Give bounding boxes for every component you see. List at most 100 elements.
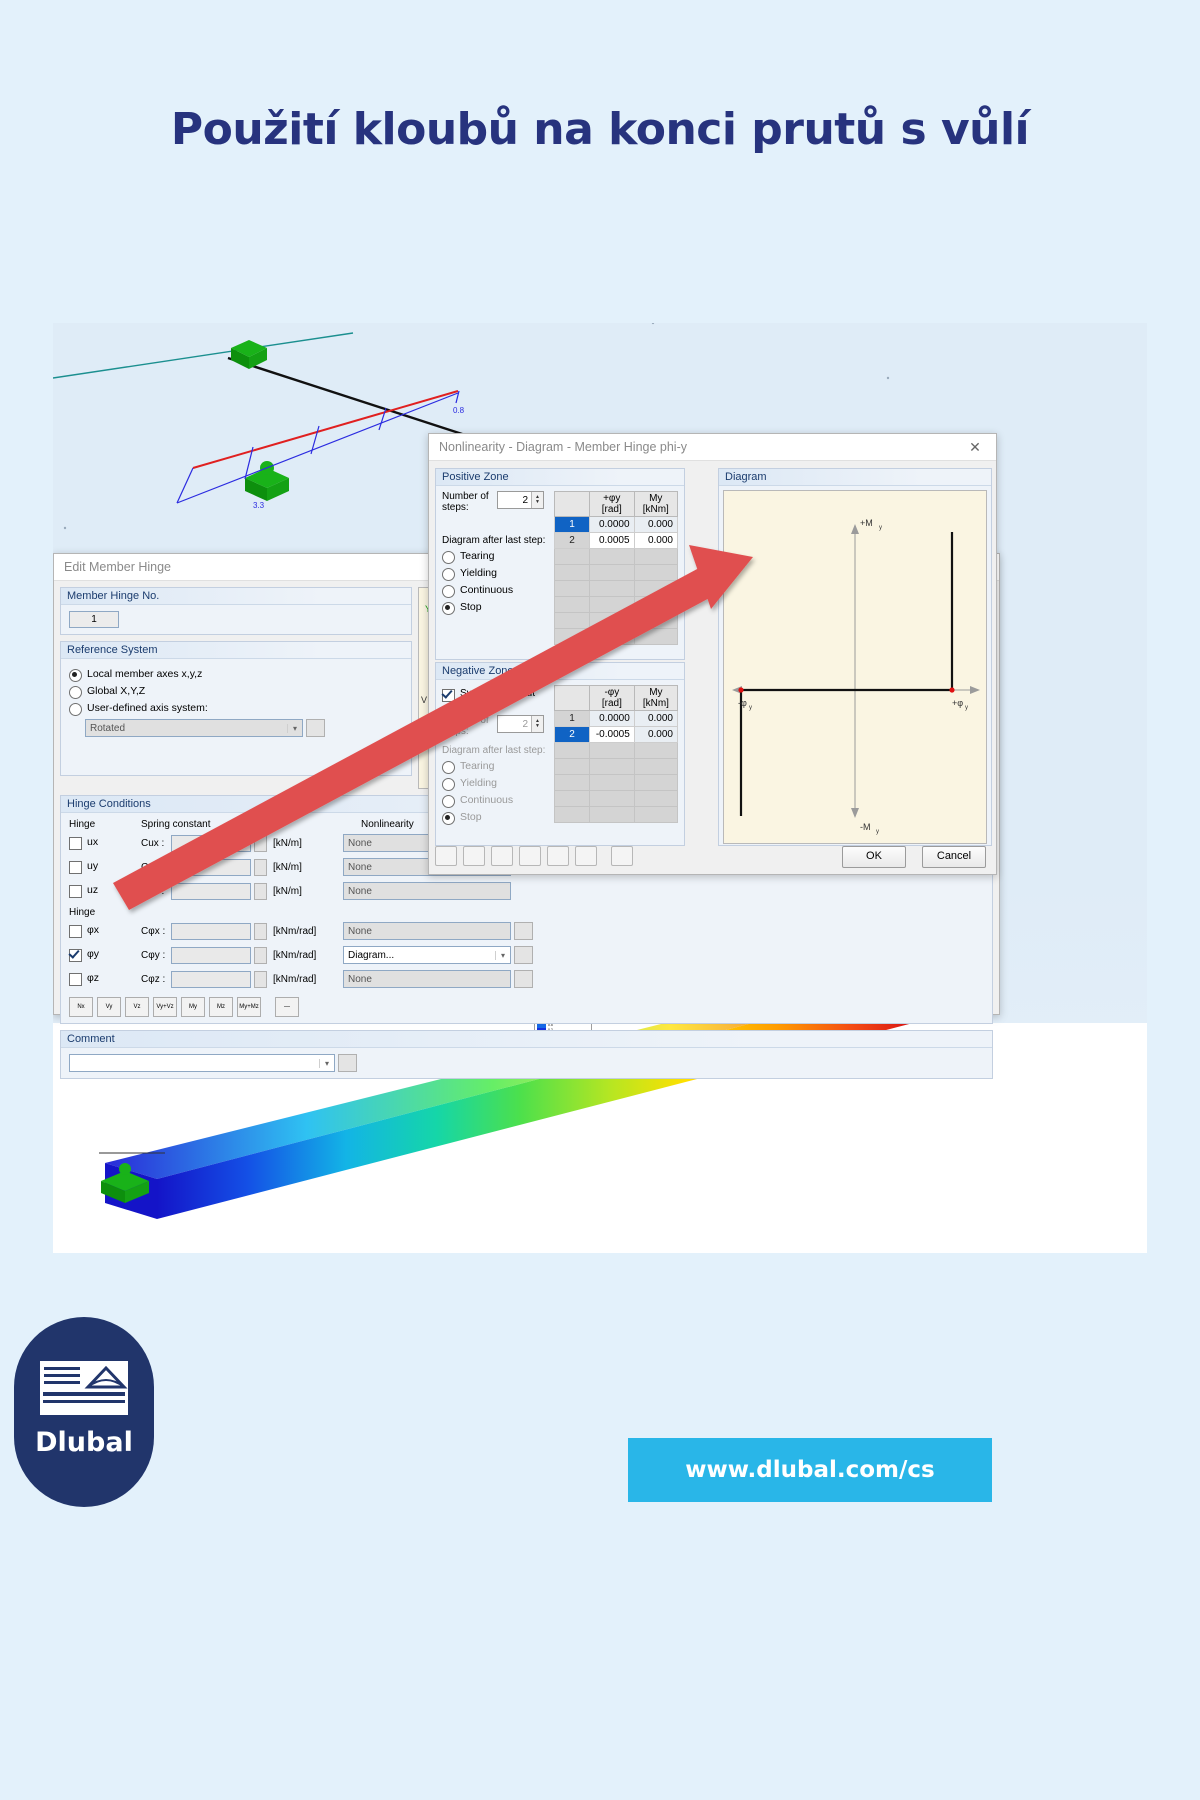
dof-button-vy[interactable]: Vy (97, 997, 121, 1017)
cell-phi[interactable]: 0.0005 (589, 532, 635, 549)
cell-m[interactable]: 0.000 (633, 710, 679, 727)
table-row: 2 0.0005 0.000 (554, 532, 679, 549)
pos-radio-yielding[interactable]: Yielding (442, 567, 548, 581)
dof-button-vyvz[interactable]: Vy+Vz (153, 997, 177, 1017)
dof-button-nx[interactable]: Nx (69, 997, 93, 1017)
checkbox-phiz[interactable]: φz (69, 972, 141, 986)
cancel-button[interactable]: Cancel (922, 846, 986, 868)
checkbox-symmetric-about-origin[interactable]: Symmetric about the origin (442, 688, 548, 710)
spinner-uz[interactable] (254, 882, 267, 900)
axis-system-combo[interactable]: Rotated ▾ (85, 719, 303, 737)
nonlinearity-combo-phiy[interactable]: Diagram... ▾ (343, 946, 511, 964)
svg-text:y: y (749, 705, 752, 711)
th-m: My [kNm] (633, 491, 679, 517)
cell-m[interactable]: 0.000 (633, 516, 679, 533)
dof-preset-buttons[interactable]: Nx Vy Vz Vy+Vz My Mz My+Mz — (69, 997, 984, 1017)
reference-system-group: Reference System Local member axes x,y,z… (60, 641, 412, 776)
diagram-caption: Diagram (719, 469, 991, 486)
dof-button-my[interactable]: My (181, 997, 205, 1017)
neg-steps-spinner[interactable]: 2 ▲ ▼ (497, 715, 544, 733)
svg-text:y: y (876, 829, 879, 835)
pos-steps-spinner[interactable]: 2 ▲ ▼ (497, 491, 544, 509)
save-icon[interactable] (519, 846, 542, 866)
dof-button-vz[interactable]: Vz (125, 997, 149, 1017)
spinner-arrows-icon[interactable]: ▲ ▼ (531, 492, 543, 508)
units-icon[interactable] (435, 846, 457, 866)
radio-global-axes[interactable]: Global X,Y,Z (69, 685, 403, 699)
diagram-plot[interactable]: +M y -M y -φ y +φ y (723, 490, 987, 844)
radio-indicator (442, 778, 455, 791)
pos-radio-continuous[interactable]: Continuous (442, 584, 548, 598)
nonlinearity-value-phiy: Diagram... (348, 949, 395, 961)
cell-phi[interactable]: -0.0005 (589, 726, 635, 743)
spring-const-input-phiz[interactable] (171, 970, 251, 988)
hinge-row-phix[interactable]: φx Cφx : [kNm/rad] None (69, 921, 984, 941)
spring-const-input-uz[interactable] (171, 882, 251, 900)
cell-index: 2 (554, 532, 590, 549)
spinner-arrows-icon[interactable]: ▲ ▼ (531, 716, 543, 732)
comment-edit-button[interactable] (338, 1054, 357, 1072)
neg-radio-yielding[interactable]: Yielding (442, 777, 548, 791)
close-icon[interactable]: ✕ (962, 434, 988, 460)
export-icon[interactable] (575, 846, 598, 866)
member-hinge-no-field[interactable]: 1 (69, 611, 119, 628)
cell-m[interactable]: 0.000 (633, 726, 679, 743)
spinner-uy[interactable] (254, 858, 267, 876)
radio-local-member-axes[interactable]: Local member axes x,y,z (69, 668, 403, 682)
hinge-row-phiz[interactable]: φz Cφz : [kNm/rad] None (69, 969, 984, 989)
pos-radio-tearing[interactable]: Tearing (442, 550, 548, 564)
spring-const-input-ux[interactable] (171, 834, 251, 852)
spring-const-input-phix[interactable] (171, 922, 251, 940)
nonlinearity-value-uz: None (348, 885, 372, 897)
checkbox-phiy[interactable]: φy (69, 948, 141, 962)
svg-text:3.3: 3.3 (253, 501, 265, 510)
cell-phi[interactable]: 0.0000 (589, 710, 635, 727)
pos-radio-stop[interactable]: Stop (442, 601, 548, 615)
negative-zone-table[interactable]: -φy [rad] My [kNm] 1 0.0000 0.000 2 -0.0… (554, 685, 679, 823)
radio-user-defined-axes[interactable]: User-defined axis system: (69, 702, 403, 716)
checkbox-uy[interactable]: uy (69, 860, 141, 874)
hinge-row-uz[interactable]: uz Cuz : [kN/m] None (69, 881, 984, 901)
checkbox-uz[interactable]: uz (69, 884, 141, 898)
spinner-phiy[interactable] (254, 946, 267, 964)
nonlinearity-combo-uz[interactable]: None (343, 882, 511, 900)
dof-button-mz[interactable]: Mz (209, 997, 233, 1017)
dof-label: uy (87, 860, 99, 872)
cell-m[interactable]: 0.000 (633, 532, 679, 549)
comment-input[interactable]: ▾ (69, 1054, 335, 1072)
dof-label: φy (87, 948, 100, 960)
edit-nonlinearity-button-phix[interactable] (514, 922, 533, 940)
spring-const-input-uy[interactable] (171, 858, 251, 876)
neg-after-last-label: Diagram after last step: (442, 745, 546, 756)
radio-indicator (69, 703, 82, 716)
spinner-phiz[interactable] (254, 970, 267, 988)
checkbox-phix[interactable]: φx (69, 924, 141, 938)
spinner-ux[interactable] (254, 834, 267, 852)
symmetric-label: Symmetric about the origin (460, 688, 536, 710)
nonlinearity-diagram-dialog[interactable]: Nonlinearity - Diagram - Member Hinge ph… (428, 433, 997, 875)
decimal-places-icon[interactable] (463, 846, 486, 866)
radio-indicator (442, 795, 455, 808)
neg-radio-tearing[interactable]: Tearing (442, 760, 548, 774)
import-icon[interactable] (547, 846, 570, 866)
checkbox-ux[interactable]: ux (69, 836, 141, 850)
spinner-phix[interactable] (254, 922, 267, 940)
website-url-bar[interactable]: www.dlubal.com/cs (628, 1438, 992, 1502)
dof-button-mymz[interactable]: My+Mz (237, 997, 261, 1017)
svg-text:+φ: +φ (952, 698, 963, 708)
open-icon[interactable] (491, 846, 514, 866)
positive-zone-table[interactable]: +φy [rad] My [kNm] 1 0.0000 0.000 2 0.00… (554, 491, 679, 645)
hinge-row-phiy[interactable]: φy Cφy : [kNm/rad] Diagram... ▾ (69, 945, 984, 965)
calculator-icon[interactable] (611, 846, 634, 866)
ok-button[interactable]: OK (842, 846, 906, 868)
nonlinearity-combo-phiz[interactable]: None (343, 970, 511, 988)
nonlinearity-combo-phix[interactable]: None (343, 922, 511, 940)
edit-nonlinearity-button-phiy[interactable] (514, 946, 533, 964)
spring-const-input-phiy[interactable] (171, 946, 251, 964)
neg-radio-continuous[interactable]: Continuous (442, 794, 548, 808)
dof-button-none[interactable]: — (275, 997, 299, 1017)
edit-axis-system-button[interactable] (306, 719, 325, 737)
neg-radio-stop[interactable]: Stop (442, 811, 548, 825)
edit-nonlinearity-button-phiz[interactable] (514, 970, 533, 988)
cell-phi[interactable]: 0.0000 (589, 516, 635, 533)
